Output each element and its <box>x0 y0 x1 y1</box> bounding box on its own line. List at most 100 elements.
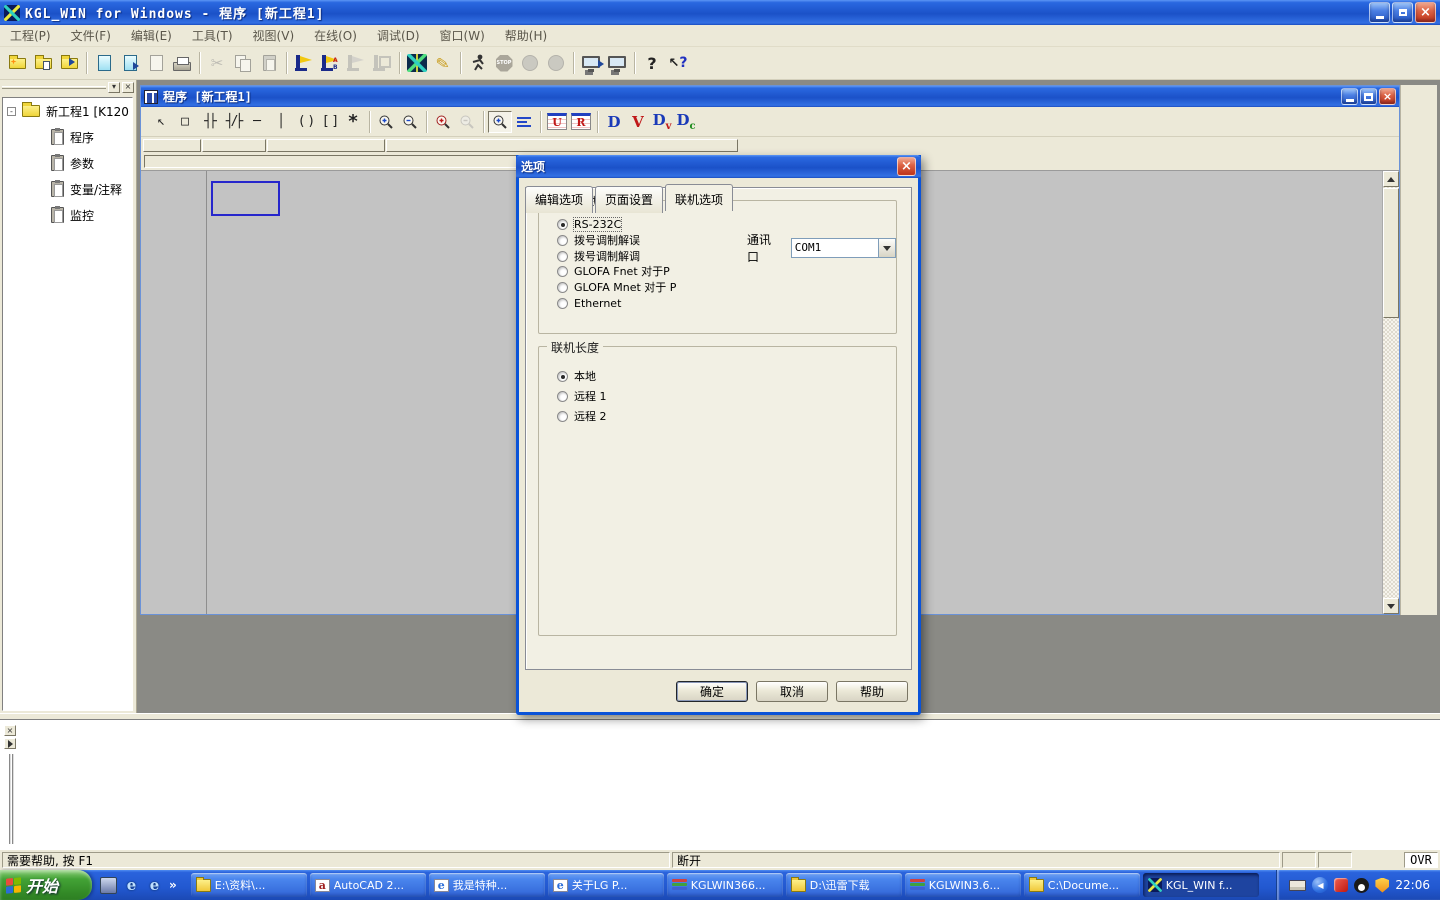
tree-item-parameters[interactable]: 参数 <box>3 150 132 176</box>
tree-root-project[interactable]: - 新工程1 [K120 <box>3 98 132 124</box>
menu-window[interactable]: 窗口(W) <box>430 25 495 46</box>
radio-option-ethernet[interactable]: Ethernet <box>557 296 621 310</box>
contact-nc-tool[interactable]: ┤/├ <box>221 111 245 133</box>
minimize-button[interactable] <box>1369 2 1390 23</box>
output-grip[interactable] <box>9 754 14 844</box>
app-icon[interactable] <box>4 5 20 21</box>
qq-icon[interactable] <box>1354 878 1369 893</box>
print-button[interactable] <box>169 50 195 76</box>
help-button[interactable]: 帮助 <box>836 681 908 702</box>
new-project-button[interactable] <box>4 50 30 76</box>
radio-option-local[interactable]: 本地 <box>557 369 596 383</box>
task-winrar-2[interactable]: KGLWIN3.6... <box>905 873 1021 897</box>
task-autocad[interactable]: a AutoCAD 2... <box>310 873 426 897</box>
panel-dropdown-button[interactable]: ▾ <box>108 82 120 93</box>
task-explorer-c[interactable]: C:\Docume... <box>1024 873 1140 897</box>
browser-icon[interactable]: e <box>146 877 163 894</box>
menu-help[interactable]: 帮助(H) <box>495 25 557 46</box>
close-button[interactable]: × <box>1415 2 1436 23</box>
zoom-in-button[interactable] <box>374 111 398 133</box>
ladder-insert-button[interactable] <box>291 50 317 76</box>
child-minimize-button[interactable] <box>1341 88 1358 105</box>
select-tool[interactable]: ↖ <box>149 111 173 133</box>
plc-connect-button[interactable] <box>604 50 630 76</box>
monitor-start-button[interactable] <box>404 50 430 76</box>
output-close-button[interactable]: × <box>4 725 16 736</box>
scrollbar-thumb[interactable] <box>1383 188 1399 318</box>
help-button[interactable]: ? <box>639 50 665 76</box>
menu-view[interactable]: 视图(V) <box>243 25 305 46</box>
start-button[interactable]: 开始 <box>0 870 92 900</box>
vline-tool[interactable]: │ <box>269 111 293 133</box>
tree-item-monitor[interactable]: 监控 <box>3 202 132 228</box>
menu-file[interactable]: 文件(F) <box>61 25 121 46</box>
child-maximize-button[interactable] <box>1360 88 1377 105</box>
ie-icon[interactable]: e <box>123 877 140 894</box>
task-winrar-1[interactable]: KGLWIN366... <box>667 873 783 897</box>
radio-option-dialup-modem-1[interactable]: 拨号调制解误 <box>557 233 640 247</box>
tree-item-program[interactable]: 程序 <box>3 124 132 150</box>
scroll-down-button[interactable] <box>1383 598 1399 614</box>
security-shield-icon[interactable] <box>1375 878 1389 893</box>
zoom-region-in-button[interactable] <box>431 111 455 133</box>
zoom-out-button[interactable] <box>398 111 422 133</box>
insert-rung-r-button[interactable]: R <box>569 111 593 133</box>
cancel-button[interactable]: 取消 <box>756 681 828 702</box>
restore-button[interactable] <box>1392 2 1413 23</box>
hline-tool[interactable]: ─ <box>245 111 269 133</box>
menu-tools[interactable]: 工具(T) <box>182 25 243 46</box>
radio-option-remote-1[interactable]: 远程 1 <box>557 389 607 403</box>
vertical-scrollbar[interactable] <box>1382 171 1399 614</box>
tab-online-options[interactable]: 联机选项 <box>665 184 733 211</box>
align-rungs-button[interactable] <box>512 111 536 133</box>
coil-tool[interactable]: ( ) <box>293 111 317 133</box>
zoom-fit-button[interactable] <box>488 111 512 133</box>
menu-debug[interactable]: 调试(D) <box>367 25 430 46</box>
new-file-button[interactable] <box>91 50 117 76</box>
task-webpage-2[interactable]: e 关于LG P... <box>548 873 664 897</box>
radio-option-glofa-fnet[interactable]: GLOFA Fnet 对于P <box>557 264 670 278</box>
task-explorer-e[interactable]: E:\资料\... <box>191 873 307 897</box>
radio-option-rs232c[interactable]: RS-232C <box>557 217 621 231</box>
output-coil-tool[interactable]: [ ] <box>317 111 341 133</box>
edit-pen-button[interactable]: ✎ <box>430 50 456 76</box>
function-tool[interactable]: * <box>341 111 365 133</box>
radio-option-glofa-mnet[interactable]: GLOFA Mnet 对于 P <box>557 280 676 294</box>
radio-option-remote-2[interactable]: 远程 2 <box>557 409 607 423</box>
menu-online[interactable]: 在线(O) <box>304 25 367 46</box>
open-project-button[interactable] <box>30 50 56 76</box>
hide-icons-chevron[interactable]: ◀ <box>1312 877 1328 893</box>
download-plc-button[interactable] <box>578 50 604 76</box>
scroll-up-button[interactable] <box>1383 171 1399 187</box>
radio-option-dialup-modem-2[interactable]: 拨号调制解调 <box>557 249 640 263</box>
combo-dropdown-button[interactable] <box>878 239 895 257</box>
run-button[interactable] <box>465 50 491 76</box>
keyboard-layout-icon[interactable] <box>1289 880 1306 891</box>
device-variable-view-button[interactable]: Dv <box>650 111 674 133</box>
media-player-icon[interactable] <box>100 877 117 894</box>
task-explorer-d[interactable]: D:\迅雷下载 <box>786 873 902 897</box>
panel-close-button[interactable]: × <box>122 82 134 93</box>
contact-no-tool[interactable]: ┤├ <box>197 111 221 133</box>
tab-page-setup[interactable]: 页面设置 <box>595 186 663 213</box>
device-comment-view-button[interactable]: Dc <box>674 111 698 133</box>
rectangle-tool[interactable]: □ <box>173 111 197 133</box>
tray-app-red-icon[interactable] <box>1334 878 1348 892</box>
menu-project[interactable]: 工程(P) <box>0 25 61 46</box>
open-file-button[interactable] <box>117 50 143 76</box>
insert-rung-u-button[interactable]: U <box>545 111 569 133</box>
output-expand-button[interactable] <box>4 738 16 749</box>
save-project-button[interactable] <box>56 50 82 76</box>
comm-port-select[interactable]: COM1 <box>791 238 896 258</box>
task-webpage-1[interactable]: e 我是特种... <box>429 873 545 897</box>
context-help-button[interactable]: ↖? <box>665 50 691 76</box>
menu-edit[interactable]: 编辑(E) <box>121 25 182 46</box>
tab-edit-options[interactable]: 编辑选项 <box>525 186 593 213</box>
ok-button[interactable]: 确定 <box>676 681 748 702</box>
dialog-close-button[interactable]: × <box>897 157 916 176</box>
quick-launch-chevron[interactable]: » <box>169 878 177 892</box>
task-kglwin-active[interactable]: KGL_WIN f... <box>1143 873 1259 897</box>
collapse-icon[interactable]: - <box>7 107 16 116</box>
tree-item-variables[interactable]: 变量/注释 <box>3 176 132 202</box>
panel-grip[interactable] <box>2 86 106 89</box>
